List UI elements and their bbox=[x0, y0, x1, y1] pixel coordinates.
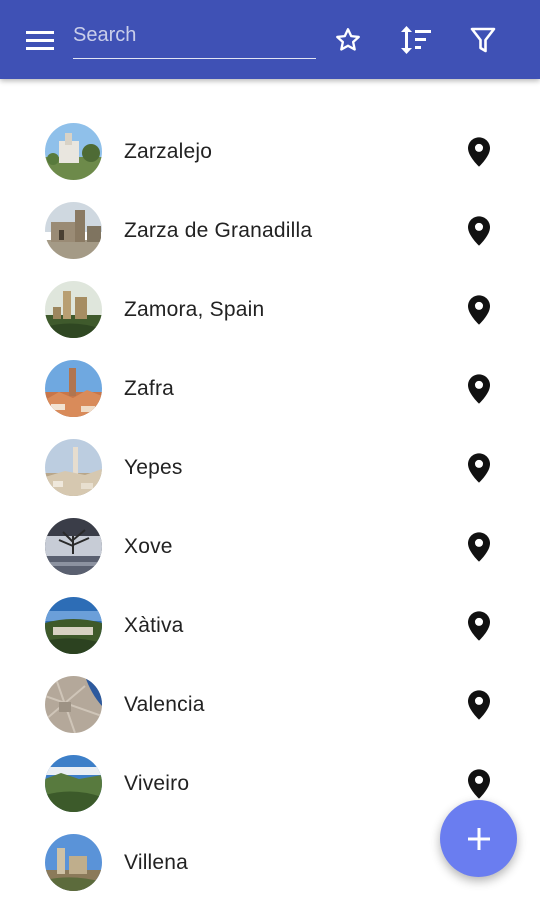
menu-icon bbox=[26, 31, 54, 50]
places-list: Zarzalejo Zarza de Granadilla Zamora, Sp… bbox=[0, 112, 540, 902]
map-marker-button[interactable] bbox=[463, 292, 495, 328]
map-marker-button[interactable] bbox=[463, 371, 495, 407]
place-row[interactable]: Zarza de Granadilla bbox=[0, 191, 540, 270]
map-marker-icon bbox=[468, 374, 490, 404]
place-thumbnail bbox=[45, 123, 102, 180]
map-marker-icon bbox=[468, 690, 490, 720]
map-marker-button[interactable] bbox=[463, 608, 495, 644]
place-row[interactable]: Xàtiva bbox=[0, 586, 540, 665]
map-marker-icon bbox=[468, 532, 490, 562]
map-marker-button[interactable] bbox=[463, 687, 495, 723]
map-marker-icon bbox=[468, 769, 490, 799]
place-thumbnail bbox=[45, 834, 102, 891]
place-name: Yepes bbox=[124, 456, 183, 479]
app-bar bbox=[0, 0, 540, 79]
search-input[interactable] bbox=[73, 20, 313, 50]
place-name: Villena bbox=[124, 851, 189, 874]
place-name: Zafra bbox=[124, 377, 175, 400]
filter-button[interactable] bbox=[463, 20, 503, 60]
place-row[interactable]: Zamora, Spain bbox=[0, 270, 540, 349]
menu-button[interactable] bbox=[20, 20, 60, 60]
search-field[interactable] bbox=[73, 18, 316, 59]
place-name: Xove bbox=[124, 535, 173, 558]
place-name: Zarza de Granadilla bbox=[124, 219, 313, 242]
favorites-button[interactable] bbox=[328, 20, 368, 60]
sort-button[interactable] bbox=[396, 20, 436, 60]
map-marker-icon bbox=[468, 137, 490, 167]
add-button[interactable] bbox=[440, 800, 517, 877]
place-thumbnail bbox=[45, 518, 102, 575]
place-thumbnail bbox=[45, 360, 102, 417]
place-row[interactable]: Zafra bbox=[0, 349, 540, 428]
plus-icon bbox=[467, 827, 490, 850]
sort-icon bbox=[401, 26, 431, 54]
place-thumbnail bbox=[45, 755, 102, 812]
map-marker-button[interactable] bbox=[463, 766, 495, 802]
filter-icon bbox=[470, 27, 496, 53]
star-outline-icon bbox=[336, 28, 360, 51]
place-row[interactable]: Zarzalejo bbox=[0, 112, 540, 191]
map-marker-button[interactable] bbox=[463, 134, 495, 170]
place-thumbnail bbox=[45, 202, 102, 259]
place-row[interactable]: Yepes bbox=[0, 428, 540, 507]
place-thumbnail bbox=[45, 281, 102, 338]
place-name: Xàtiva bbox=[124, 614, 184, 637]
place-row[interactable]: Xove bbox=[0, 507, 540, 586]
place-thumbnail bbox=[45, 439, 102, 496]
map-marker-button[interactable] bbox=[463, 213, 495, 249]
map-marker-icon bbox=[468, 611, 490, 641]
place-name: Viveiro bbox=[124, 772, 190, 795]
map-marker-icon bbox=[468, 295, 490, 325]
place-name: Zamora, Spain bbox=[124, 298, 265, 321]
place-row[interactable]: Valencia bbox=[0, 665, 540, 744]
place-thumbnail bbox=[45, 676, 102, 733]
place-name: Valencia bbox=[124, 693, 205, 716]
map-marker-button[interactable] bbox=[463, 529, 495, 565]
map-marker-icon bbox=[468, 216, 490, 246]
map-marker-icon bbox=[468, 453, 490, 483]
place-thumbnail bbox=[45, 597, 102, 654]
map-marker-button[interactable] bbox=[463, 450, 495, 486]
place-name: Zarzalejo bbox=[124, 140, 213, 163]
